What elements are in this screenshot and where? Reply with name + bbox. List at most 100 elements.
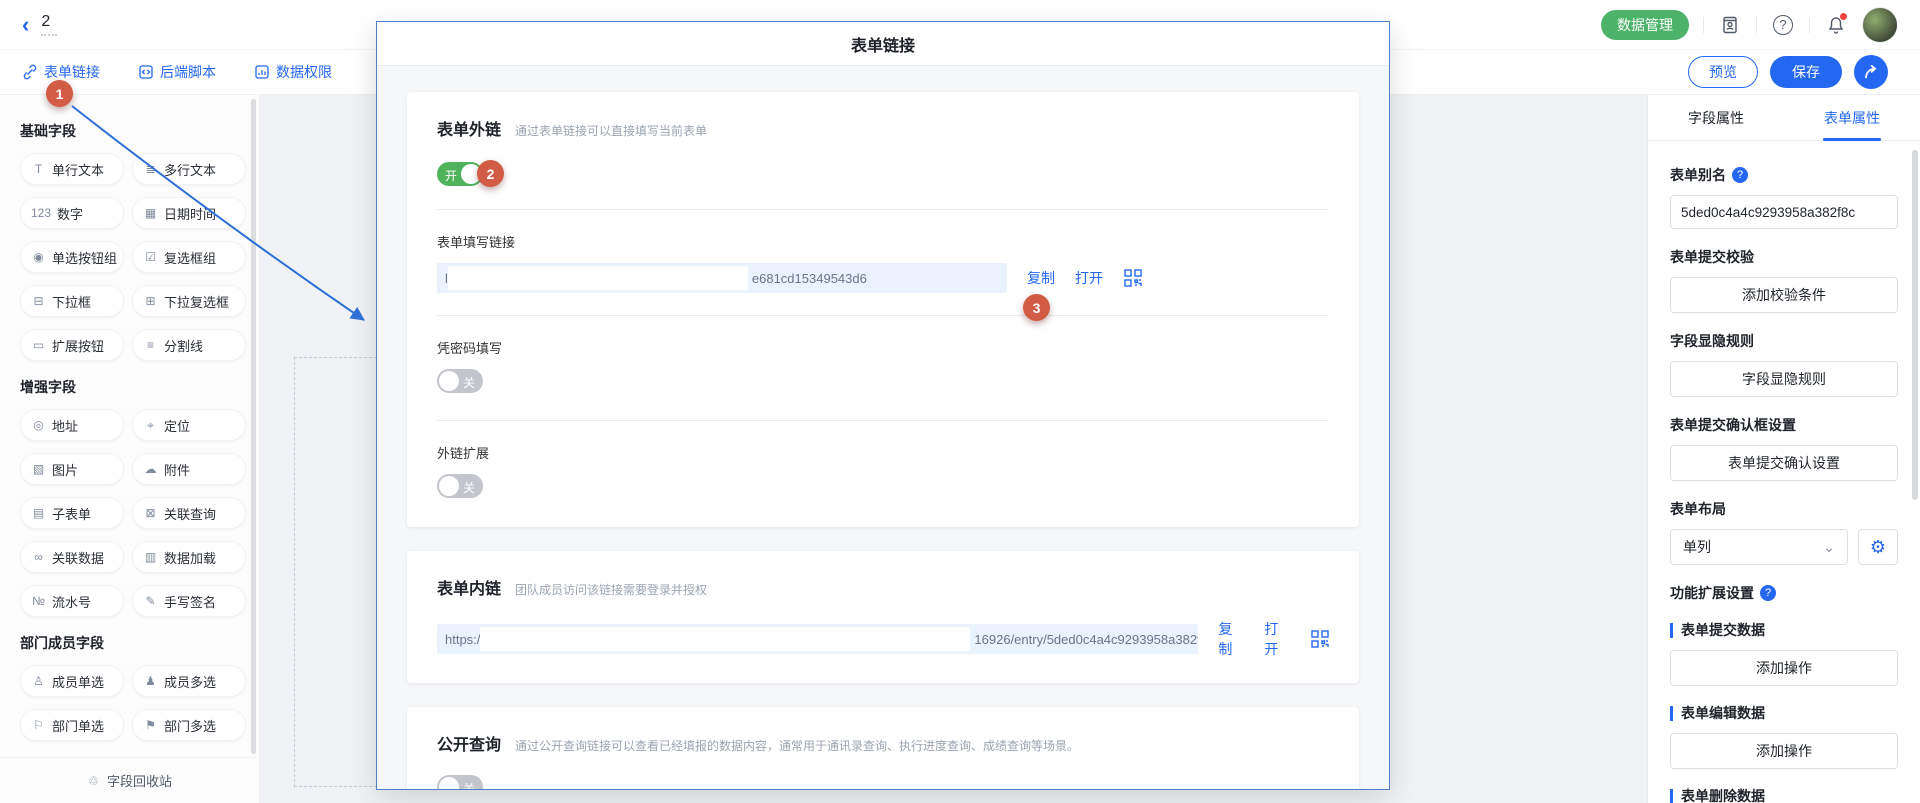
sidebar-scrollbar[interactable] [251,99,256,754]
contacts-icon[interactable] [1718,13,1742,37]
annotation-badge-1: 1 [46,80,73,107]
link-icon [22,64,38,80]
form-alias-input[interactable]: 5ded0c4a4c9293958a382f8c [1670,195,1898,229]
field-item[interactable]: ∞ 关联数据 [20,541,124,573]
toggle-knob [439,777,459,789]
sidebar-section: 部门成员字段 ♙ 成员单选 ♟ 成员多选 ⚐ 部门单选 ⚑ [20,633,243,741]
field-icon: ▤ [31,506,46,520]
field-item[interactable]: № 流水号 [20,585,124,617]
field-label: 地址 [52,416,78,435]
extension-section-label: 表单编辑数据 [1670,706,1898,721]
field-icon: ☁ [143,462,158,476]
field-item[interactable]: ▦ 日期时间 [132,197,246,229]
field-recycle-bin[interactable]: ♲ 字段回收站 [0,757,258,803]
open-link-button[interactable]: 打开 [1075,268,1103,288]
field-item[interactable]: ▧ 图片 [20,453,124,485]
field-item[interactable]: ◉ 单选按钮组 [20,241,124,273]
field-icon: ▧ [31,462,46,476]
add-operation-button[interactable]: 添加操作 [1670,733,1898,769]
copy-link-button[interactable]: 复制 [1027,270,1055,286]
field-label: 关联数据 [52,548,104,567]
field-label: 多行文本 [164,160,216,179]
extend-toggle[interactable]: 关 [437,474,483,498]
field-icon: ⊞ [143,294,158,308]
field-icon: ⊠ [143,506,158,520]
extension-help-icon[interactable]: ? [1760,585,1776,601]
field-icon: ▭ [31,338,46,352]
field-icon: T [31,162,46,176]
open-link-button[interactable]: 打开 [1264,619,1290,659]
field-item[interactable]: ⌖ 定位 [132,409,246,441]
field-item[interactable]: ☑ 复选框组 [132,241,246,273]
field-item[interactable]: ▥ 数据加载 [132,541,246,573]
alias-help-icon[interactable]: ? [1732,167,1748,183]
password-fill-toggle[interactable]: 关 [437,369,483,393]
internal-link-title: 表单内链 [437,575,501,599]
field-icon: ◎ [31,418,46,432]
tab-data-permission[interactable]: 数据权限 [254,62,332,82]
field-item[interactable]: ▭ 扩展按钮 [20,329,124,361]
field-label: 关联查询 [164,504,216,523]
field-item[interactable]: 123 数字 [20,197,124,229]
field-item[interactable]: ◎ 地址 [20,409,124,441]
add-operation-button[interactable]: 添加操作 [1670,650,1898,686]
back-chevron-icon[interactable]: ‹ [22,14,29,36]
field-label: 日期时间 [164,204,216,223]
field-visibility-button[interactable]: 字段显隐规则 [1670,361,1898,397]
toolbar-right: 预览 保存 [1688,55,1898,89]
layout-select[interactable]: 单列 ⌄ [1670,529,1848,565]
qr-code-icon[interactable] [1310,629,1329,649]
field-item[interactable]: ≡ 分割线 [132,329,246,361]
sidebar-section-title: 部门成员字段 [20,633,243,653]
field-item[interactable]: ⚐ 部门单选 [20,709,124,741]
field-icon: ◉ [31,250,46,264]
redacted-region [480,627,970,651]
permission-icon [254,64,270,80]
extension-section: 表单删除数据 添加操作 [1670,789,1898,803]
submit-confirm-button[interactable]: 表单提交确认设置 [1670,445,1898,481]
tab-form-link[interactable]: 表单链接 [22,62,100,82]
help-icon[interactable]: ? [1771,13,1795,37]
field-item[interactable]: ⊟ 下拉框 [20,285,124,317]
field-item[interactable]: ⊞ 下拉复选框 [132,285,246,317]
field-item[interactable]: ▤ 子表单 [20,497,124,529]
internal-link-input[interactable]: https:/ 16926/entry/5ded0c4a4c9293958a38… [437,624,1198,654]
tab-field-properties[interactable]: 字段属性 [1648,95,1784,140]
field-label: 扩展按钮 [52,336,104,355]
doc-title-wrap: 2 [41,13,57,36]
field-icon: ⚐ [31,718,46,732]
extend-label: 外链扩展 [437,443,1329,462]
field-item[interactable]: ✎ 手写签名 [132,585,246,617]
field-item[interactable]: ♟ 成员多选 [132,665,246,697]
topbar-right: 数据管理 ? [1601,7,1898,43]
field-item[interactable]: ☁ 附件 [132,453,246,485]
preview-button[interactable]: 预览 [1688,56,1758,88]
tab-backend-script[interactable]: 后端脚本 [138,62,216,82]
field-icon: ▦ [143,206,158,220]
field-item[interactable]: ⊠ 关联查询 [132,497,246,529]
field-item[interactable]: ≣ 多行文本 [132,153,246,185]
divider [437,420,1329,421]
data-manage-button[interactable]: 数据管理 [1601,10,1689,40]
chevron-down-icon: ⌄ [1823,539,1835,556]
public-query-toggle[interactable]: 关 [437,775,483,789]
sidebar-section-title: 增强字段 [20,377,243,397]
share-button[interactable] [1854,55,1888,89]
panel-scrollbar[interactable] [1912,150,1918,500]
extension-section: 表单编辑数据 添加操作 [1670,706,1898,769]
layout-settings-button[interactable]: ⚙ [1858,529,1898,565]
qr-code-icon[interactable] [1123,268,1143,288]
field-item[interactable]: T 单行文本 [20,153,124,185]
copy-link-button[interactable]: 复制 [1218,619,1244,659]
page-title[interactable]: 2 [41,13,57,31]
tab-form-properties[interactable]: 表单属性 [1784,95,1920,140]
field-item[interactable]: ⚑ 部门多选 [132,709,246,741]
public-query-desc: 通过公开查询链接可以查看已经填报的数据内容，通常用于通讯录查询、执行进度查询、成… [515,737,1079,754]
share-arrow-icon [1862,63,1880,81]
user-avatar[interactable] [1862,7,1898,43]
fill-link-input[interactable]: l e681cd15349543d6 [437,263,1007,293]
notification-bell-icon[interactable] [1824,13,1848,37]
save-button[interactable]: 保存 [1770,56,1842,88]
field-item[interactable]: ♙ 成员单选 [20,665,124,697]
add-validate-condition-button[interactable]: 添加校验条件 [1670,277,1898,313]
